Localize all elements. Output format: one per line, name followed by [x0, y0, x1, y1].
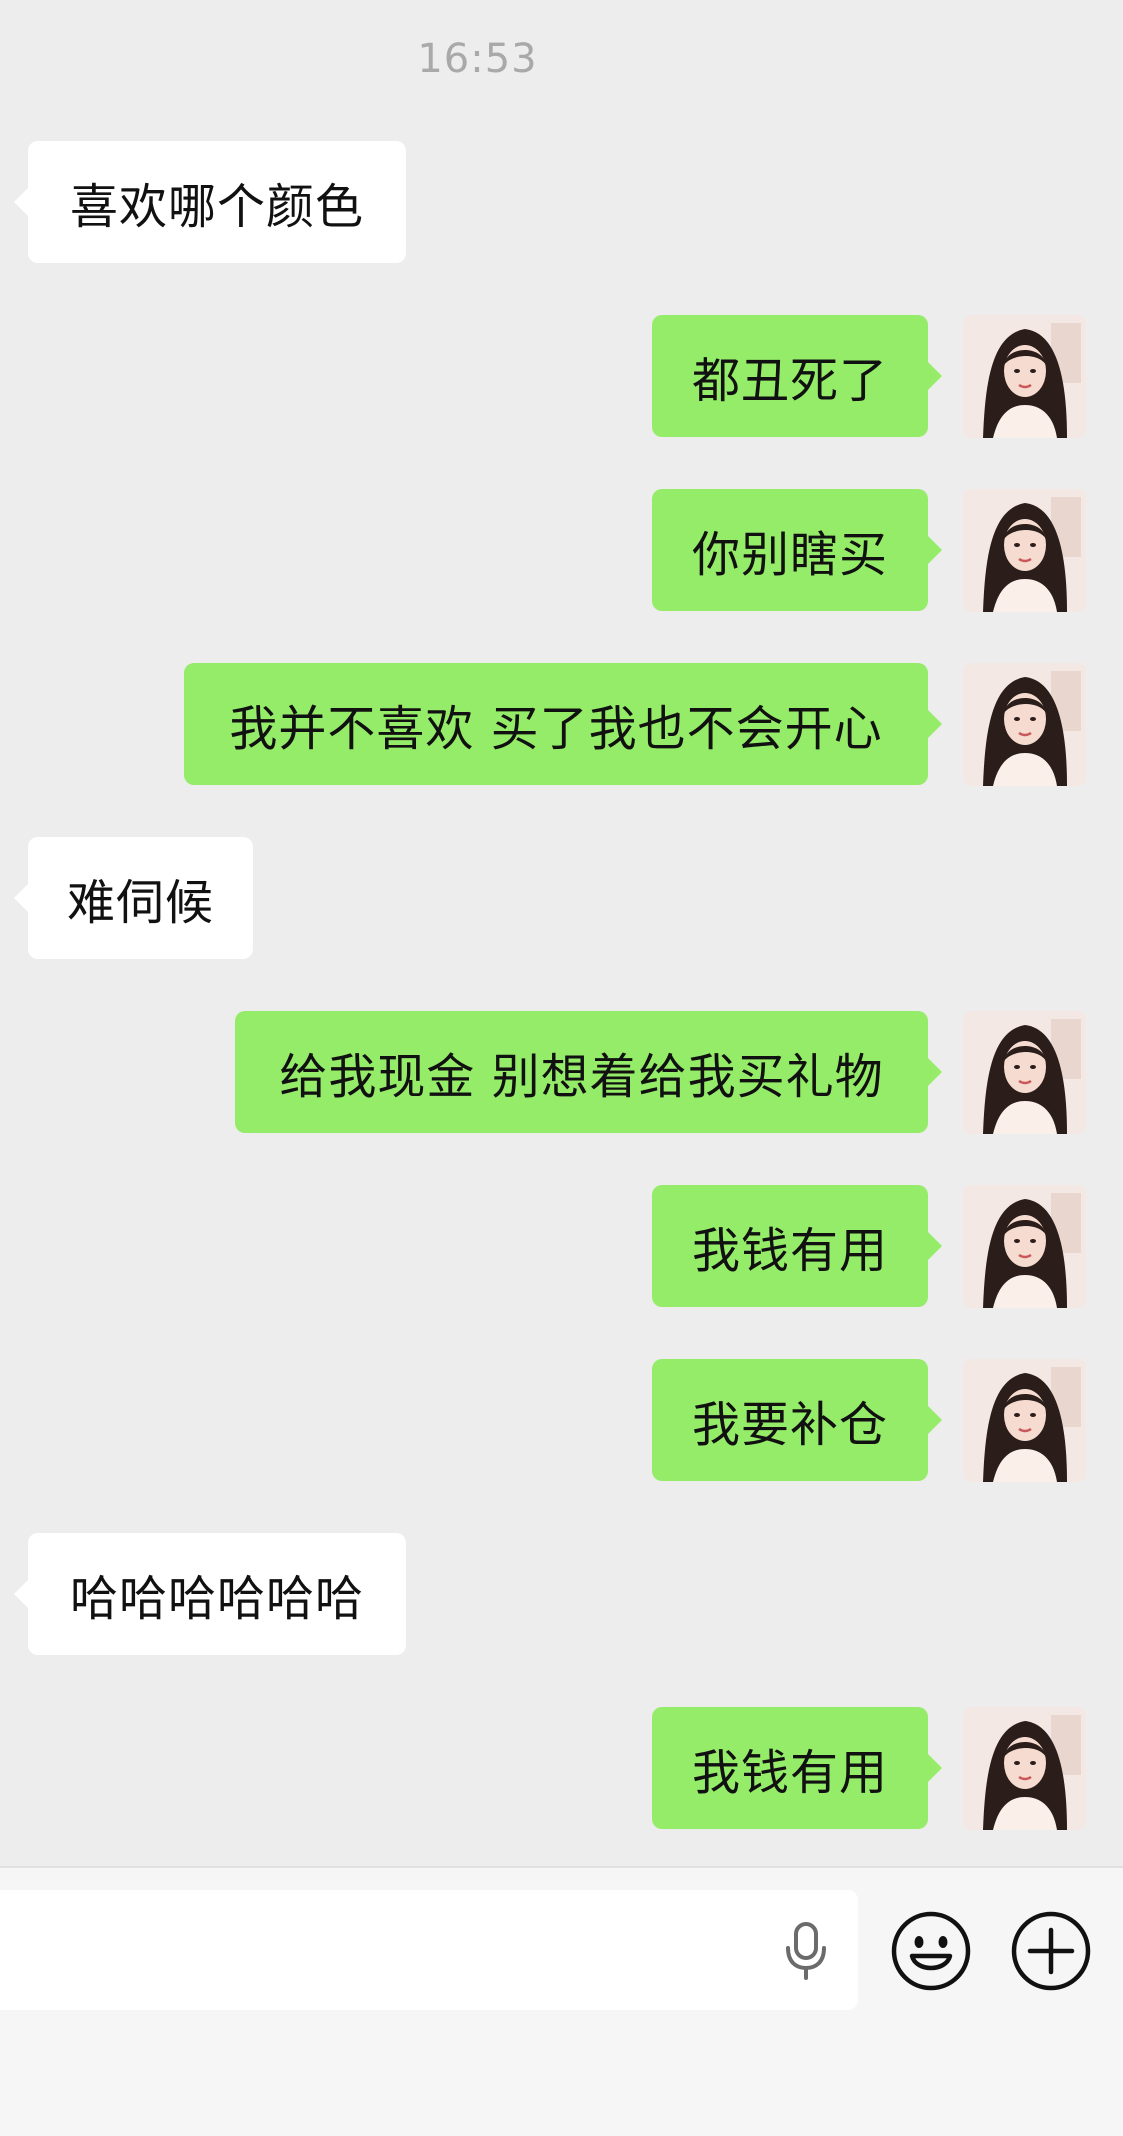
sent-message-bubble[interactable]: 我钱有用: [652, 1707, 942, 1829]
message-input[interactable]: [0, 1890, 858, 2010]
chat-input-bar: [0, 1866, 1123, 2136]
user-avatar[interactable]: [963, 1011, 1086, 1134]
received-message-bubble[interactable]: 难伺候: [14, 837, 253, 959]
sent-message-bubble[interactable]: 我钱有用: [652, 1185, 942, 1307]
sent-message-bubble[interactable]: 我要补仓: [652, 1359, 942, 1481]
plus-icon[interactable]: [1010, 1910, 1092, 1992]
user-avatar[interactable]: [963, 663, 1086, 786]
avatar-portrait-icon: [963, 1359, 1086, 1482]
avatar-portrait-icon: [963, 489, 1086, 612]
microphone-icon[interactable]: [778, 1920, 834, 1980]
avatar-portrait-icon: [963, 1707, 1086, 1830]
received-message-bubble[interactable]: 哈哈哈哈哈哈: [14, 1533, 406, 1655]
avatar-portrait-icon: [963, 315, 1086, 438]
avatar-portrait-icon: [963, 1011, 1086, 1134]
user-avatar[interactable]: [963, 315, 1086, 438]
avatar-portrait-icon: [963, 1185, 1086, 1308]
message-timestamp: 16:53: [417, 36, 538, 82]
emoji-icon[interactable]: [890, 1910, 972, 1992]
user-avatar[interactable]: [963, 1185, 1086, 1308]
sent-message-bubble[interactable]: 给我现金 别想着给我买礼物: [235, 1011, 942, 1133]
received-message-bubble[interactable]: 喜欢哪个颜色: [14, 141, 406, 263]
user-avatar[interactable]: [963, 1707, 1086, 1830]
user-avatar[interactable]: [963, 1359, 1086, 1482]
sent-message-bubble[interactable]: 你别瞎买: [652, 489, 942, 611]
chat-area[interactable]: 16:53 喜欢哪个颜色 都丑死了 你别瞎买 我并不喜欢 买了我也不会开心 难伺…: [0, 0, 1123, 1866]
avatar-portrait-icon: [963, 663, 1086, 786]
sent-message-bubble[interactable]: 我并不喜欢 买了我也不会开心: [184, 663, 942, 785]
sent-message-bubble[interactable]: 都丑死了: [652, 315, 942, 437]
user-avatar[interactable]: [963, 489, 1086, 612]
